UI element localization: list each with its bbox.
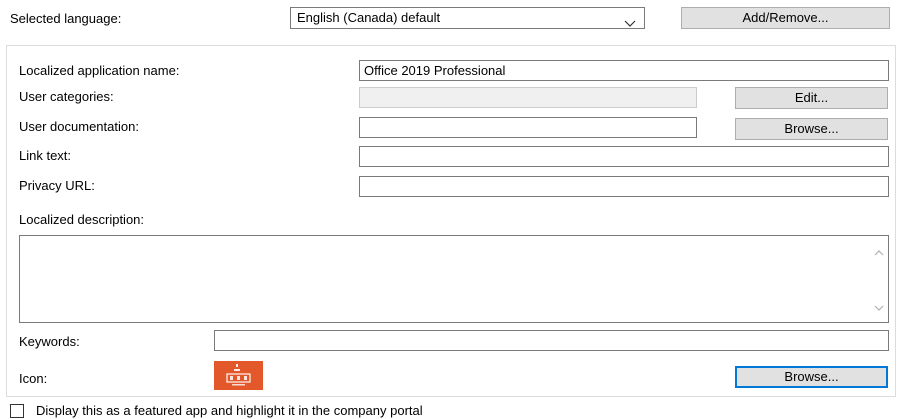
privacy-url-label: Privacy URL: — [19, 178, 95, 193]
language-dropdown-value: English (Canada) default — [297, 10, 441, 25]
scroll-down-icon[interactable] — [874, 299, 884, 314]
link-text-input[interactable] — [359, 146, 889, 167]
icon-label: Icon: — [19, 371, 48, 386]
privacy-url-input[interactable] — [359, 176, 889, 197]
app-name-input[interactable]: Office 2019 Professional — [359, 60, 889, 81]
edit-categories-button[interactable]: Edit... — [735, 87, 888, 109]
description-label: Localized description: — [19, 212, 145, 227]
user-documentation-input[interactable] — [359, 117, 697, 138]
description-scrollbar[interactable] — [870, 237, 887, 321]
keywords-label: Keywords: — [19, 334, 80, 349]
featured-app-label[interactable]: Display this as a featured app and highl… — [36, 403, 423, 419]
user-documentation-label: User documentation: — [19, 119, 139, 134]
chevron-down-icon — [624, 14, 636, 34]
link-text-label: Link text: — [19, 148, 72, 163]
office-app-icon — [214, 361, 263, 390]
keywords-input[interactable] — [214, 330, 889, 351]
browse-documentation-button[interactable]: Browse... — [735, 118, 888, 140]
featured-app-checkbox[interactable] — [10, 404, 24, 418]
language-dropdown[interactable]: English (Canada) default — [290, 7, 645, 29]
selected-language-label: Selected language: — [10, 11, 122, 26]
scroll-up-icon[interactable] — [874, 244, 884, 259]
add-remove-button[interactable]: Add/Remove... — [681, 7, 890, 29]
user-categories-label: User categories: — [19, 89, 114, 104]
description-textarea[interactable] — [19, 235, 889, 323]
user-categories-input — [359, 87, 697, 108]
description-text — [20, 236, 888, 242]
app-name-label: Localized application name: — [19, 63, 180, 78]
browse-icon-button[interactable]: Browse... — [735, 366, 888, 388]
